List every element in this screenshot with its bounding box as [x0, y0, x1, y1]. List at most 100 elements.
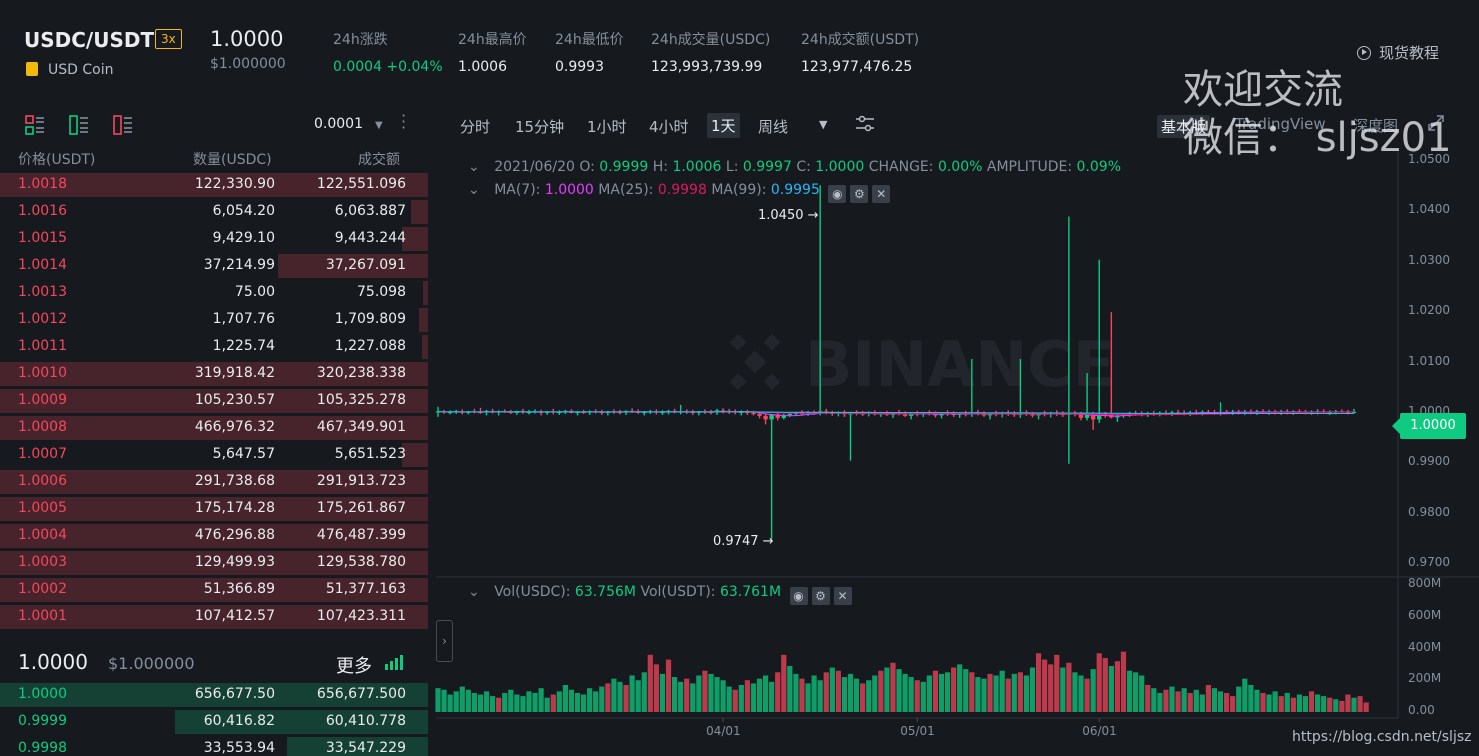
- volume-bar: [872, 675, 878, 712]
- volume-bar: [1133, 672, 1139, 712]
- volume-bar: [1181, 688, 1187, 712]
- volume-bar: [1023, 675, 1030, 712]
- volume-bar: [465, 689, 471, 712]
- high-marker-value: 1.0450: [758, 208, 804, 223]
- volume-bar: [799, 678, 805, 712]
- volume-bar: [1048, 664, 1054, 712]
- collapse-panel-chevron-icon[interactable]: ›: [436, 620, 453, 662]
- volume-bar: [496, 697, 502, 712]
- date-tick-label: 04/01: [706, 724, 741, 738]
- volume-bar: [671, 677, 678, 712]
- volume-bar: [1163, 689, 1169, 712]
- volume-bar: [441, 689, 447, 712]
- wechat-watermark: 欢迎交流 微信： sljsz01: [1183, 66, 1452, 162]
- volume-bar: [696, 675, 702, 712]
- volume-bar: [526, 691, 532, 712]
- volume-bar: [562, 685, 568, 712]
- volume-bar: [823, 672, 829, 712]
- price-tick-label: 1.0300: [1408, 252, 1450, 267]
- volume-bar: [1284, 692, 1290, 712]
- volume-bar: [775, 672, 781, 712]
- candle-body: [757, 413, 762, 416]
- volume-bar: [1308, 691, 1315, 712]
- volume-bar: [1157, 692, 1163, 712]
- volume-bar: [1278, 696, 1284, 712]
- volume-bar: [1035, 653, 1042, 712]
- volume-bar: [890, 662, 896, 712]
- volume-bar: [647, 654, 653, 712]
- low-marker-label: 0.9747 →: [713, 534, 774, 549]
- volume-bar: [1230, 696, 1236, 712]
- blog-credit: https://blog.csdn.net/sljsz: [1292, 729, 1472, 745]
- volume-bar: [532, 692, 538, 712]
- price-tick-label: 1.0200: [1408, 303, 1450, 318]
- volume-bar: [617, 681, 623, 712]
- volume-tick-label: 800M: [1408, 576, 1442, 590]
- volume-bar: [769, 681, 775, 712]
- volume-bar: [1248, 685, 1254, 712]
- volume-bar: [1193, 689, 1199, 712]
- volume-bar: [447, 694, 453, 712]
- watermark-line1: 欢迎交流: [1183, 67, 1343, 113]
- volume-bar: [708, 673, 714, 712]
- volume-bar: [860, 683, 866, 712]
- volume-bar: [593, 691, 599, 712]
- volume-bar: [653, 664, 659, 712]
- price-tick-label: 1.0100: [1408, 353, 1450, 368]
- price-tick-label: 0.9900: [1408, 454, 1450, 469]
- volume-bar: [1054, 654, 1060, 712]
- volume-bars-layer: [435, 651, 1369, 722]
- volume-bar: [999, 670, 1005, 712]
- volume-bar: [1339, 700, 1345, 712]
- volume-bar: [957, 664, 963, 712]
- arrow-right-icon: →: [807, 208, 819, 223]
- volume-bar: [1333, 699, 1339, 712]
- volume-bar: [1072, 672, 1078, 712]
- volume-bar: [896, 669, 902, 712]
- date-tick-label: 05/01: [900, 724, 935, 738]
- volume-bar: [550, 694, 556, 712]
- volume-bar: [1017, 672, 1023, 712]
- volume-bar: [1126, 670, 1133, 712]
- current-price-tag: 1.0000: [1392, 413, 1466, 439]
- volume-bar: [1108, 665, 1114, 712]
- volume-bar: [611, 678, 617, 712]
- volume-bar: [477, 694, 484, 712]
- volume-bar: [684, 678, 690, 712]
- volume-bar: [762, 675, 769, 712]
- volume-bar: [520, 696, 526, 712]
- volume-bar: [1363, 702, 1369, 712]
- volume-bar: [811, 675, 817, 712]
- volume-bar: [829, 667, 835, 712]
- volume-bar: [1302, 696, 1309, 712]
- volume-bar: [574, 692, 581, 712]
- volume-bar: [1290, 697, 1296, 712]
- volume-bar: [1114, 661, 1121, 712]
- volume-bar: [750, 683, 757, 712]
- volume-bar: [720, 680, 726, 712]
- candle-body: [751, 412, 756, 415]
- volume-bar: [1321, 696, 1327, 712]
- volume-bar: [1042, 659, 1048, 712]
- volume-bar: [944, 672, 951, 712]
- volume-bar: [738, 685, 744, 712]
- volume-bar: [1139, 675, 1145, 712]
- volume-bar: [508, 689, 514, 712]
- volume-bar: [1029, 667, 1036, 712]
- volume-bar: [605, 683, 611, 712]
- volume-bar: [714, 677, 720, 712]
- binance-logo-watermark: BINANCE: [729, 328, 1115, 401]
- volume-bar: [665, 659, 672, 712]
- volume-bar: [1096, 653, 1102, 712]
- volume-bar: [1254, 689, 1260, 712]
- arrow-right-icon: →: [762, 534, 774, 549]
- volume-bar: [926, 675, 932, 712]
- volume-bar: [975, 677, 981, 712]
- volume-bar: [847, 673, 854, 712]
- volume-bar: [568, 689, 575, 712]
- volume-bar: [969, 672, 975, 712]
- volume-bar: [884, 667, 890, 712]
- volume-bar: [781, 654, 787, 712]
- volume-tick-label: 0.00: [1408, 703, 1435, 717]
- volume-bar: [1345, 694, 1351, 712]
